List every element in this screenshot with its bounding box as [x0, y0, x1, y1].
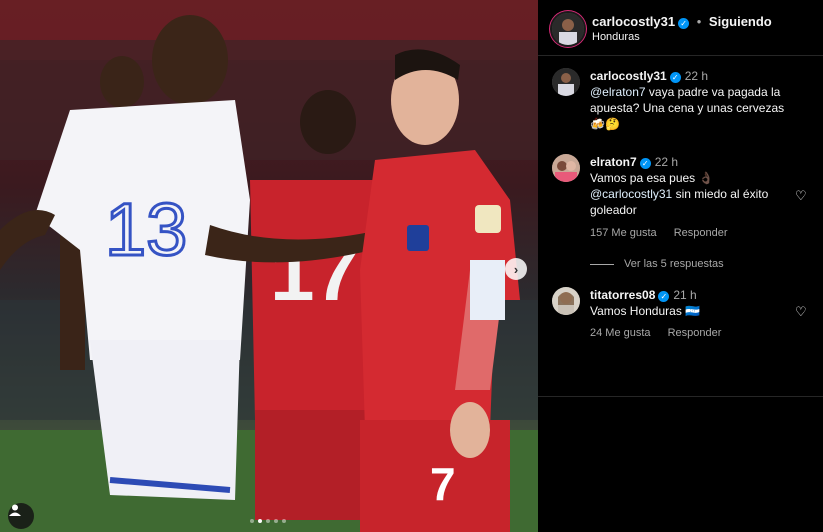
- tagged-users-button[interactable]: [8, 503, 34, 529]
- user-icon: [9, 504, 21, 516]
- comment-text: carlocostly31 ✓ 22 h @elraton7 vaya padre …: [590, 68, 800, 132]
- carousel-next-button[interactable]: ›: [505, 258, 527, 280]
- comment-likes[interactable]: 24 Me gusta: [590, 327, 651, 339]
- avatar[interactable]: [550, 11, 586, 47]
- comment-likes[interactable]: 157 Me gusta: [590, 227, 657, 239]
- mention-link[interactable]: @elraton7: [590, 85, 646, 99]
- comment-time[interactable]: 21 h: [673, 288, 696, 302]
- jersey-number-7: 7: [430, 458, 456, 510]
- jersey-number-13: 13: [105, 188, 187, 271]
- comment-time[interactable]: 22 h: [655, 155, 678, 169]
- post-author-username[interactable]: carlocostly31: [592, 14, 675, 29]
- comment-text: titatorres08 ✓ 21 h Vamos Honduras 🇭🇳: [590, 287, 800, 319]
- football-photo-illustration: 17 13 7: [0, 0, 538, 532]
- post-side-panel: carlocostly31 ✓ • Siguiendo Honduras carl…: [538, 0, 823, 532]
- verified-badge-icon: ✓: [658, 291, 670, 302]
- comment-meta: 24 Me gusta Responder: [590, 327, 735, 339]
- post-header: carlocostly31 ✓ • Siguiendo Honduras: [538, 0, 823, 56]
- reply-button[interactable]: Responder: [668, 327, 722, 339]
- comment-meta: 157 Me gusta Responder: [590, 227, 742, 239]
- carousel-dot: [274, 519, 278, 523]
- like-heart-icon[interactable]: ♡: [795, 188, 807, 204]
- comment-body: Vamos Honduras 🇭🇳: [590, 304, 701, 318]
- like-heart-icon[interactable]: ♡: [795, 304, 807, 320]
- verified-badge-icon: ✓: [669, 72, 681, 83]
- view-replies-button[interactable]: Ver las 5 respuestas: [590, 258, 724, 270]
- carousel-dot: [266, 519, 270, 523]
- carousel-dot: [282, 519, 286, 523]
- avatar[interactable]: [552, 287, 580, 315]
- comment-username[interactable]: elraton7: [590, 155, 637, 169]
- comment-body-part: Vamos pa esa pues 👌🏿: [590, 171, 714, 185]
- carousel-dot-active: [258, 519, 262, 523]
- carousel-dots: [250, 519, 286, 523]
- following-button[interactable]: Siguiendo: [709, 14, 772, 29]
- header-title-row: carlocostly31 ✓ • Siguiendo: [592, 14, 772, 29]
- mention-link[interactable]: @carlocostly31: [590, 187, 672, 201]
- verified-badge-icon: ✓: [678, 18, 690, 29]
- avatar[interactable]: [552, 154, 580, 182]
- reply-button[interactable]: Responder: [674, 227, 728, 239]
- carousel-dot: [250, 519, 254, 523]
- avatar[interactable]: [552, 68, 580, 96]
- comment-time[interactable]: 22 h: [685, 69, 708, 83]
- comment-username[interactable]: titatorres08: [590, 288, 655, 302]
- actions-divider: [538, 396, 823, 397]
- post-photo[interactable]: 17 13 7 ›: [0, 0, 538, 532]
- comment-text: elraton7 ✓ 22 h Vamos pa esa pues 👌🏿 @carl…: [590, 154, 800, 218]
- post-location[interactable]: Honduras: [592, 31, 640, 43]
- view-replies-label: Ver las 5 respuestas: [624, 258, 724, 270]
- divider-line: [590, 263, 614, 265]
- comment-username[interactable]: carlocostly31: [590, 69, 667, 83]
- verified-badge-icon: ✓: [639, 158, 651, 169]
